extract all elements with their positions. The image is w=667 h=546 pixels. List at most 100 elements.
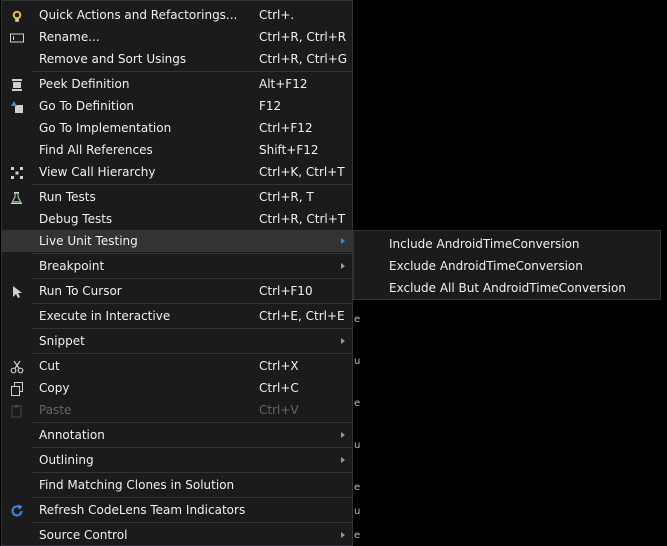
menu-item-shortcut: Ctrl+K, Ctrl+T bbox=[259, 165, 345, 179]
go-to-definition-icon bbox=[10, 99, 24, 113]
context-menu: Quick Actions and Refactorings... Ctrl+.… bbox=[1, 0, 353, 546]
menu-item-shortcut: F12 bbox=[259, 99, 282, 113]
menu-item-label: Breakpoint bbox=[39, 259, 105, 273]
menu-item-label: Quick Actions and Refactorings... bbox=[39, 8, 238, 22]
call-hierarchy-icon bbox=[10, 165, 24, 179]
submenu-item-label: Exclude AndroidTimeConversion bbox=[389, 259, 583, 273]
menu-item-label: Outlining bbox=[39, 453, 94, 467]
menu-item-copy[interactable]: Copy Ctrl+C bbox=[2, 377, 352, 399]
menu-item-label: Annotation bbox=[39, 428, 105, 442]
scissors-icon bbox=[10, 359, 24, 374]
menu-item-label: View Call Hierarchy bbox=[39, 165, 156, 179]
menu-separator bbox=[32, 184, 352, 185]
menu-item-label: Go To Definition bbox=[39, 99, 135, 113]
menu-item-label: Find All References bbox=[39, 143, 153, 157]
menu-item-label: Go To Implementation bbox=[39, 121, 172, 135]
flask-icon bbox=[10, 190, 24, 204]
menu-item-run-tests[interactable]: Run Tests Ctrl+R, T bbox=[2, 186, 352, 208]
submenu-arrow-icon bbox=[341, 432, 345, 438]
editor-text-fragment: u bbox=[354, 356, 361, 367]
lightbulb-icon bbox=[10, 8, 24, 22]
menu-item-label: Rename... bbox=[39, 30, 100, 44]
menu-item-run-to-cursor[interactable]: Run To Cursor Ctrl+F10 bbox=[2, 280, 352, 302]
copy-icon bbox=[10, 381, 24, 396]
menu-item-shortcut: Ctrl+R, Ctrl+G bbox=[259, 52, 348, 66]
refresh-icon bbox=[10, 503, 24, 517]
menu-item-shortcut: Ctrl+E, Ctrl+E bbox=[259, 309, 345, 323]
menu-separator bbox=[32, 522, 352, 523]
menu-item-view-call-hierarchy[interactable]: View Call Hierarchy Ctrl+K, Ctrl+T bbox=[2, 161, 352, 183]
menu-item-rename[interactable]: Rename... Ctrl+R, Ctrl+R bbox=[2, 26, 352, 48]
menu-item-outlining[interactable]: Outlining bbox=[2, 449, 352, 471]
menu-item-label: Copy bbox=[39, 381, 70, 395]
submenu-item-label: Include AndroidTimeConversion bbox=[389, 237, 580, 251]
menu-item-shortcut: Shift+F12 bbox=[259, 143, 319, 157]
menu-item-shortcut: Ctrl+F12 bbox=[259, 121, 313, 135]
cursor-icon bbox=[10, 284, 24, 298]
menu-item-find-all-references[interactable]: Find All References Shift+F12 bbox=[2, 139, 352, 161]
editor-text-fragment: u bbox=[354, 440, 361, 451]
menu-item-shortcut: Ctrl+X bbox=[259, 359, 299, 373]
menu-item-shortcut: Ctrl+V bbox=[259, 403, 299, 417]
menu-separator bbox=[32, 278, 352, 279]
submenu-item-include[interactable]: Include AndroidTimeConversion bbox=[354, 233, 660, 255]
menu-item-annotation[interactable]: Annotation bbox=[2, 424, 352, 446]
menu-item-remove-sort-usings[interactable]: Remove and Sort Usings Ctrl+R, Ctrl+G bbox=[2, 48, 352, 70]
menu-item-go-to-implementation[interactable]: Go To Implementation Ctrl+F12 bbox=[2, 117, 352, 139]
menu-item-shortcut: Ctrl+. bbox=[259, 8, 295, 22]
editor-text-fragment: e bbox=[354, 482, 361, 493]
live-unit-testing-submenu: Include AndroidTimeConversion Exclude An… bbox=[353, 230, 661, 300]
submenu-arrow-icon bbox=[341, 338, 345, 344]
menu-item-live-unit-testing[interactable]: Live Unit Testing bbox=[2, 230, 352, 252]
editor-text-fragment: u bbox=[354, 506, 361, 517]
menu-item-label: Peek Definition bbox=[39, 77, 130, 91]
menu-item-refresh-codelens[interactable]: Refresh CodeLens Team Indicators bbox=[2, 499, 352, 521]
submenu-arrow-icon bbox=[341, 238, 345, 244]
peek-definition-icon bbox=[10, 77, 24, 91]
submenu-arrow-icon bbox=[341, 457, 345, 463]
menu-separator bbox=[32, 328, 352, 329]
submenu-item-exclude-all-but[interactable]: Exclude All But AndroidTimeConversion bbox=[354, 277, 660, 299]
menu-item-label: Paste bbox=[39, 403, 72, 417]
menu-separator bbox=[32, 447, 352, 448]
editor-text-fragment: e bbox=[354, 530, 361, 541]
menu-item-shortcut: Ctrl+C bbox=[259, 381, 299, 395]
menu-item-label: Remove and Sort Usings bbox=[39, 52, 187, 66]
menu-item-label: Cut bbox=[39, 359, 60, 373]
menu-item-peek-definition[interactable]: Peek Definition Alt+F12 bbox=[2, 73, 352, 95]
rename-icon bbox=[10, 30, 24, 44]
menu-item-label: Find Matching Clones in Solution bbox=[39, 478, 235, 492]
submenu-arrow-icon bbox=[341, 263, 345, 269]
menu-separator bbox=[32, 422, 352, 423]
menu-item-label: Run Tests bbox=[39, 190, 96, 204]
menu-item-quick-actions[interactable]: Quick Actions and Refactorings... Ctrl+. bbox=[2, 4, 352, 26]
editor-text-fragment: e bbox=[354, 314, 361, 325]
menu-item-source-control[interactable]: Source Control bbox=[2, 524, 352, 545]
menu-item-cut[interactable]: Cut Ctrl+X bbox=[2, 355, 352, 377]
paste-icon bbox=[10, 403, 24, 418]
menu-item-debug-tests[interactable]: Debug Tests Ctrl+R, Ctrl+T bbox=[2, 208, 352, 230]
menu-item-shortcut: Ctrl+R, T bbox=[259, 190, 314, 204]
menu-item-label: Live Unit Testing bbox=[39, 234, 138, 248]
menu-item-label: Snippet bbox=[39, 334, 85, 348]
menu-item-label: Run To Cursor bbox=[39, 284, 122, 298]
menu-item-go-to-definition[interactable]: Go To Definition F12 bbox=[2, 95, 352, 117]
menu-item-find-matching-clones[interactable]: Find Matching Clones in Solution bbox=[2, 474, 352, 496]
menu-item-shortcut: Alt+F12 bbox=[259, 77, 308, 91]
submenu-item-exclude[interactable]: Exclude AndroidTimeConversion bbox=[354, 255, 660, 277]
menu-item-label: Refresh CodeLens Team Indicators bbox=[39, 503, 246, 517]
menu-item-execute-in-interactive[interactable]: Execute in Interactive Ctrl+E, Ctrl+E bbox=[2, 305, 352, 327]
menu-item-shortcut: Ctrl+R, Ctrl+R bbox=[259, 30, 347, 44]
menu-separator bbox=[32, 472, 352, 473]
menu-separator bbox=[32, 353, 352, 354]
menu-item-paste[interactable]: Paste Ctrl+V bbox=[2, 399, 352, 421]
menu-separator bbox=[32, 497, 352, 498]
menu-item-snippet[interactable]: Snippet bbox=[2, 330, 352, 352]
submenu-item-label: Exclude All But AndroidTimeConversion bbox=[389, 281, 626, 295]
menu-item-label: Debug Tests bbox=[39, 212, 113, 226]
menu-separator bbox=[32, 71, 352, 72]
menu-item-shortcut: Ctrl+R, Ctrl+T bbox=[259, 212, 346, 226]
menu-separator bbox=[32, 303, 352, 304]
menu-item-label: Source Control bbox=[39, 528, 128, 542]
menu-item-breakpoint[interactable]: Breakpoint bbox=[2, 255, 352, 277]
